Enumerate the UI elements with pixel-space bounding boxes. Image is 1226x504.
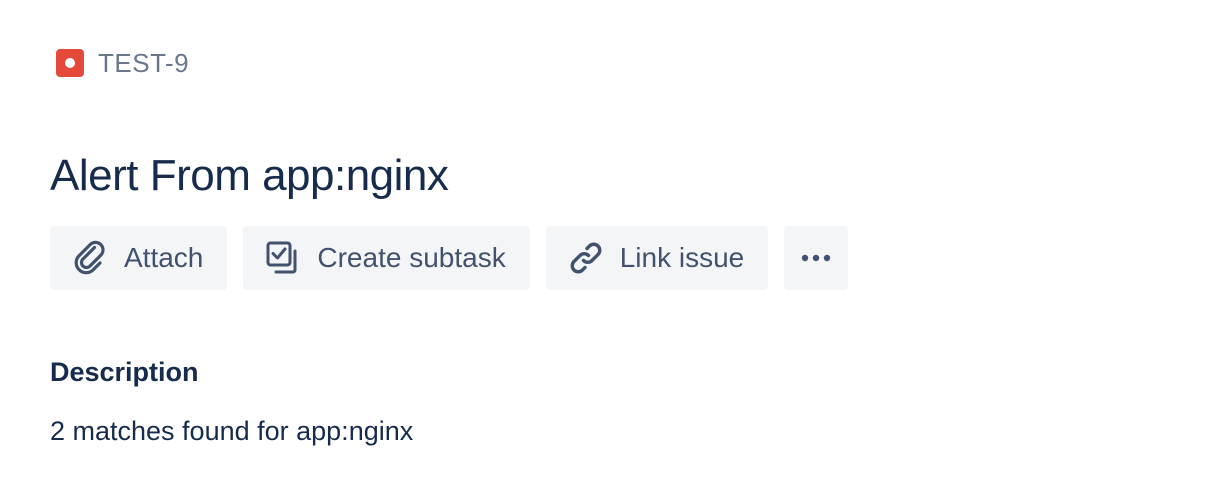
paperclip-icon <box>74 240 105 275</box>
issue-title[interactable]: Alert From app:nginx <box>50 148 449 204</box>
attach-button[interactable]: Attach <box>50 226 228 290</box>
description-text[interactable]: 2 matches found for app:nginx <box>50 412 413 450</box>
issue-toolbar: Attach Create subtask Link issue <box>50 226 849 290</box>
create-subtask-label: Create subtask <box>317 242 506 273</box>
breadcrumb: TEST-9 <box>56 46 189 80</box>
link-issue-label: Link issue <box>619 242 745 273</box>
subtask-icon <box>266 241 297 274</box>
bug-icon <box>56 49 84 77</box>
more-icon <box>802 254 831 262</box>
description-heading: Description <box>50 357 199 387</box>
link-issue-button[interactable]: Link issue <box>545 226 769 290</box>
link-icon <box>570 242 602 274</box>
attach-label: Attach <box>124 242 204 273</box>
create-subtask-button[interactable]: Create subtask <box>243 226 530 290</box>
issue-key-link[interactable]: TEST-9 <box>98 48 189 79</box>
more-actions-button[interactable] <box>784 226 849 290</box>
